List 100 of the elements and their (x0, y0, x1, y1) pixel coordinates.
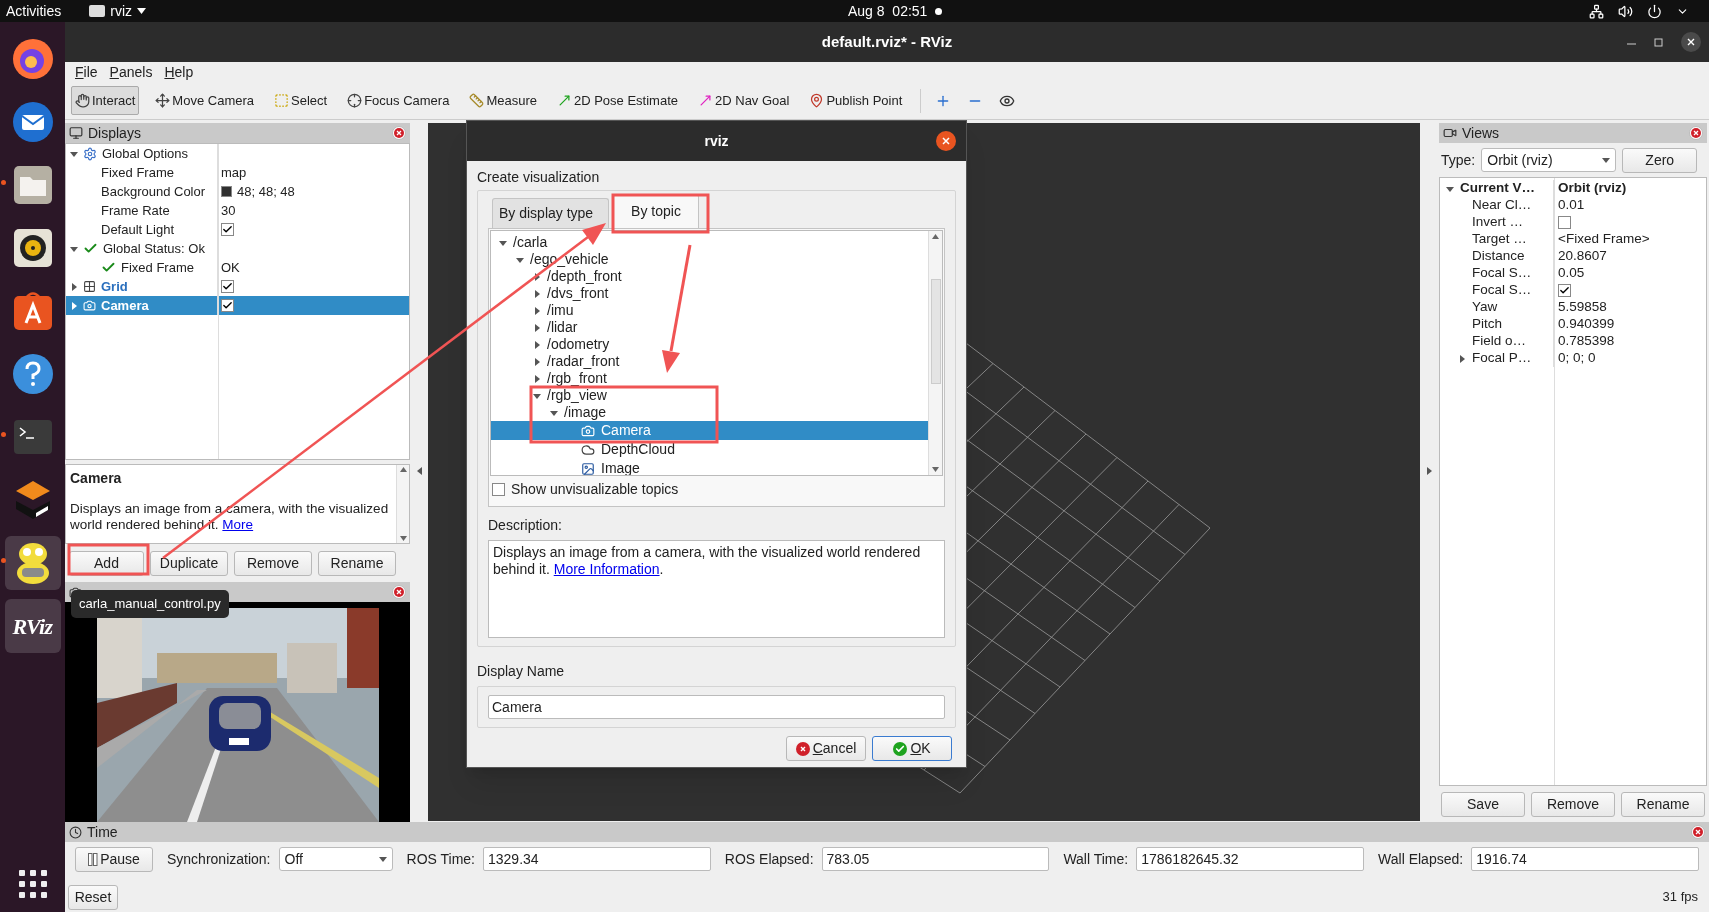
tree-row[interactable]: Fixed Frame map (66, 163, 409, 182)
tree-row[interactable]: Focal P… 0; 0; 0 (1440, 350, 1706, 367)
app-grid-icon[interactable] (18, 870, 47, 898)
zero-button[interactable]: Zero (1622, 147, 1698, 173)
tree-row[interactable]: /imu (491, 302, 928, 319)
maximize-icon[interactable] (1654, 37, 1663, 47)
tree-row[interactable]: Focal S… 0.05 (1440, 265, 1706, 282)
tool-button[interactable]: 2D Nav Goal (694, 86, 794, 115)
tree-row[interactable]: Frame Rate 30 (66, 201, 409, 220)
checkbox[interactable] (1558, 216, 1571, 229)
close-icon[interactable] (392, 126, 406, 140)
tree-row[interactable]: Global Options (66, 144, 409, 163)
caret-icon[interactable] (550, 408, 558, 417)
tree-row[interactable]: Camera (491, 421, 928, 440)
checkbox[interactable] (221, 299, 234, 312)
button[interactable]: Rename (1621, 791, 1705, 817)
button[interactable]: Save (1441, 791, 1525, 817)
caret-icon[interactable] (70, 244, 78, 253)
tree-row[interactable]: /depth_front (491, 268, 928, 285)
input-field[interactable]: 1786182645.32 (1136, 847, 1365, 871)
menu-item[interactable]: File (75, 61, 98, 83)
tool-button[interactable]: 2D Pose Estimate (552, 86, 682, 115)
caret-icon[interactable] (533, 340, 541, 349)
tool-button[interactable]: Select (270, 86, 332, 115)
link[interactable]: More (222, 517, 254, 533)
scroll-down-icon[interactable] (399, 536, 407, 542)
scroll-up-icon[interactable] (932, 234, 939, 239)
caret-icon[interactable] (533, 323, 541, 332)
input-field[interactable]: 1329.34 (483, 847, 711, 871)
caret-icon[interactable] (1446, 184, 1454, 193)
tree-row[interactable]: Focal S… (1440, 282, 1706, 299)
ok-button[interactable]: OK (872, 736, 952, 761)
tool-button[interactable]: Move Camera (151, 86, 258, 115)
tab[interactable]: By display type (492, 198, 609, 228)
tool-button[interactable]: Publish Point (805, 86, 907, 115)
network-icon[interactable] (1589, 3, 1604, 19)
scrollbar-thumb[interactable] (930, 279, 941, 384)
expand-arrow-icon[interactable] (1427, 467, 1432, 475)
button[interactable]: Remove (1531, 791, 1615, 817)
close-button[interactable] (936, 131, 956, 151)
caret-icon[interactable] (70, 282, 78, 291)
tree-row[interactable]: /dvs_front (491, 285, 928, 302)
close-icon[interactable] (1689, 126, 1703, 140)
button[interactable]: Duplicate (150, 550, 228, 576)
cancel-button[interactable]: Cancel (786, 736, 866, 761)
power-icon[interactable] (1647, 3, 1662, 19)
menu-item[interactable]: Help (164, 61, 194, 83)
collapse-arrow-icon[interactable] (416, 467, 422, 475)
type-dropdown[interactable]: Orbit (rviz) (1481, 148, 1617, 172)
caret-icon[interactable] (533, 374, 541, 383)
caret-icon[interactable] (533, 272, 541, 281)
checkbox[interactable] (1558, 284, 1571, 297)
caret-icon[interactable] (1458, 354, 1466, 363)
tree-row[interactable]: Invert … (1440, 214, 1706, 231)
tool-button[interactable]: Focus Camera (343, 86, 454, 115)
tree-row[interactable]: /carla (491, 234, 928, 251)
caret-icon[interactable] (70, 149, 78, 158)
caret-icon[interactable] (533, 391, 541, 400)
tree-row[interactable]: Target … <Fixed Frame> (1440, 231, 1706, 248)
menu-item[interactable]: Panels (109, 61, 153, 83)
close-button[interactable] (1681, 32, 1701, 52)
button[interactable]: Remove (234, 550, 312, 576)
tool-button[interactable]: Interact (71, 86, 140, 115)
tree-row[interactable]: /lidar (491, 319, 928, 336)
reset-button[interactable]: Reset (68, 885, 118, 910)
app-menu[interactable]: rviz (89, 0, 146, 22)
tree-row[interactable]: Field o… 0.785398 (1440, 333, 1706, 350)
tree-row[interactable]: Background Color 48; 48; 48 (66, 182, 409, 201)
tree-row[interactable]: /odometry (491, 336, 928, 353)
scrollbar[interactable] (396, 465, 409, 544)
activities-button[interactable]: Activities (6, 0, 62, 22)
dock-item[interactable] (4, 536, 61, 590)
caret-icon[interactable] (533, 357, 541, 366)
caret-icon[interactable] (533, 289, 541, 298)
clock[interactable]: Aug 8 02:51 (848, 0, 928, 22)
tree-row[interactable]: Near Cl… 0.01 (1440, 197, 1706, 214)
tree-row[interactable]: Image (491, 459, 928, 475)
input-field[interactable]: Camera (488, 695, 945, 719)
scroll-down-icon[interactable] (932, 467, 939, 472)
sync-dropdown[interactable]: Off (278, 847, 393, 871)
scroll-up-icon[interactable] (399, 467, 407, 473)
checkbox[interactable] (221, 223, 234, 236)
tree-row[interactable]: Fixed Frame OK (66, 258, 409, 277)
caret-icon[interactable] (499, 238, 507, 247)
tree-row[interactable]: DepthCloud (491, 440, 928, 459)
tool-button[interactable]: Measure (465, 86, 541, 115)
pause-button[interactable]: Pause (75, 846, 153, 872)
close-icon[interactable] (392, 585, 406, 599)
caret-icon[interactable] (516, 255, 524, 264)
tree-row[interactable]: Global Status: Ok (66, 239, 409, 258)
tree-row[interactable]: Current V… Orbit (rviz) (1440, 180, 1706, 197)
tree-row[interactable]: /radar_front (491, 353, 928, 370)
checkbox[interactable] (221, 280, 234, 293)
input-field[interactable]: 1916.74 (1471, 847, 1699, 871)
link[interactable]: More Information (553, 561, 660, 577)
tree-row[interactable]: Pitch 0.940399 (1440, 316, 1706, 333)
volume-icon[interactable] (1618, 3, 1633, 19)
button[interactable]: Rename (318, 550, 396, 576)
tree-row[interactable]: Distance 20.8607 (1440, 248, 1706, 265)
tree-row[interactable]: Yaw 5.59858 (1440, 299, 1706, 316)
